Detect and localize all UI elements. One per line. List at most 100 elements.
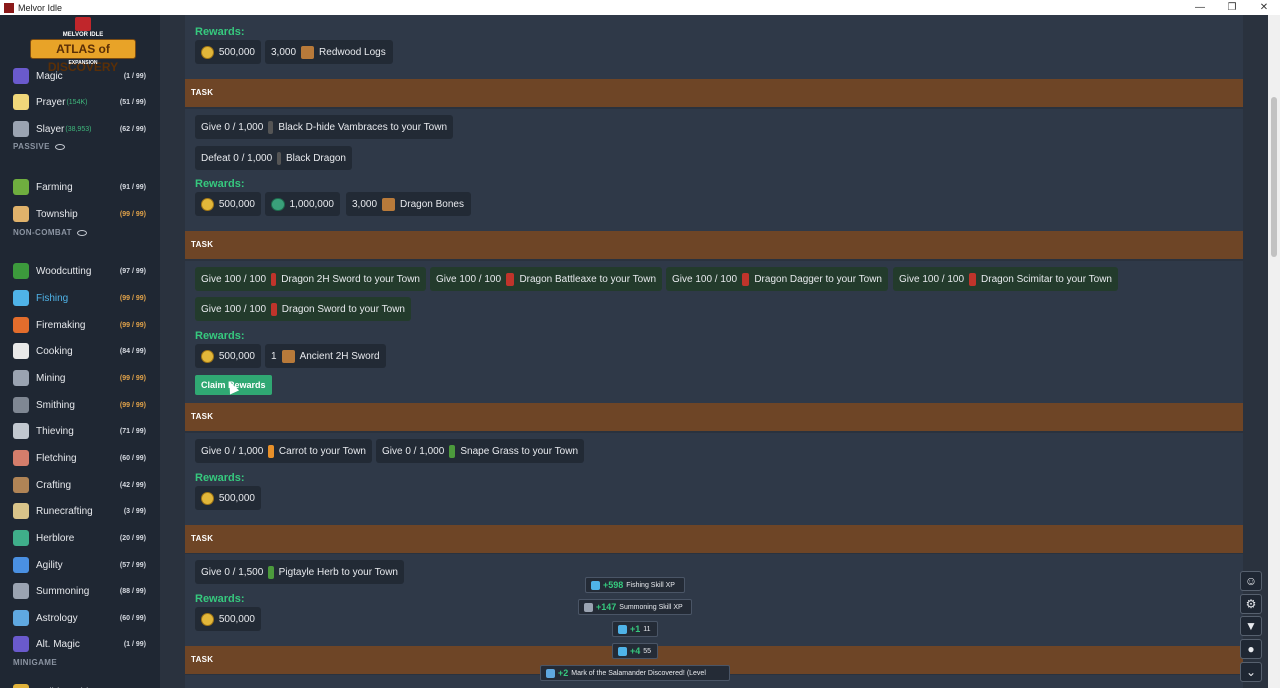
notification-toast: +2 Mark of the Salamander Discovered! (Le… <box>540 665 730 681</box>
minimize-button[interactable]: — <box>1184 0 1216 15</box>
black-dragon-icon <box>277 151 281 165</box>
sidebar-item-label: Cooking <box>36 345 73 357</box>
scrollbar[interactable] <box>1268 15 1280 688</box>
magic-hat-icon <box>13 68 29 84</box>
sidebar-item-fletching[interactable]: Fletching (60 / 99) <box>0 447 160 469</box>
sidebar-item-golbin-raid[interactable]: Golbin RaidPublic Test <box>0 681 160 688</box>
prayer-star-icon <box>13 94 29 110</box>
sidebar-item-label: Mining <box>36 372 66 384</box>
sidebar-item-level: (57 / 99) <box>119 561 146 569</box>
sidebar-item-level: (88 / 99) <box>119 587 146 595</box>
wolf-icon <box>584 602 593 612</box>
goal-item: Black D-hide Vambraces to your Town <box>278 121 447 133</box>
notification-toast: +1 11 <box>612 621 658 637</box>
ancient-2h-sword-icon <box>281 349 295 363</box>
section-label-noncombat: NON-COMBAT <box>13 228 87 237</box>
sidebar-item-label: Runecrafting <box>36 505 93 517</box>
sidebar-item-prayer[interactable]: Prayer (154K) (51 / 99) <box>0 91 160 113</box>
sidebar-item-fishing[interactable]: Fishing (99 / 99) <box>0 287 160 309</box>
character-button[interactable]: ☺ <box>1240 571 1262 591</box>
app-icon <box>4 2 14 13</box>
sidebar-item-label: Astrology <box>36 612 78 624</box>
sidebar-item-slayer[interactable]: Slayer (38,953) (62 / 99) <box>0 118 160 140</box>
medal-button[interactable]: ● <box>1240 639 1262 659</box>
close-button[interactable]: ✕ <box>1248 0 1280 15</box>
sidebar-item-summoning[interactable]: Summoning (88 / 99) <box>0 580 160 602</box>
sidebar-item-firemaking[interactable]: Firemaking (99 / 99) <box>0 314 160 336</box>
dragon-sword-icon <box>271 302 277 316</box>
rewards-label: Rewards: <box>195 178 245 190</box>
snape-grass-icon <box>449 444 456 458</box>
reward-qty: 1 <box>271 350 277 362</box>
window-title: Melvor Idle <box>18 2 63 13</box>
sidebar-item-level: (20 / 99) <box>119 534 146 542</box>
goal-progress: Defeat 0 / 1,000 <box>201 152 273 164</box>
notification-toast: +147 Summoning Skill XP <box>578 599 692 615</box>
settings-gear-button[interactable]: ⚙ <box>1240 594 1262 614</box>
goal-item: Snape Grass to your Town <box>460 445 578 457</box>
sidebar-item-herblore[interactable]: Herblore (20 / 99) <box>0 527 160 549</box>
sidebar-item-label: Crafting <box>36 479 72 491</box>
rewards-label: Rewards: <box>195 472 245 484</box>
toast-text: Summoning Skill XP <box>619 603 683 611</box>
sidebar-item-smithing[interactable]: Smithing (99 / 99) <box>0 394 160 416</box>
sidebar-item-level: (60 / 99) <box>119 614 146 622</box>
task-goal-chip: Give 100 / 100 Dragon Scimitar to your To… <box>893 267 1118 291</box>
pigtayle-herb-icon <box>268 565 274 579</box>
sidebar-item-label: Smithing <box>36 399 75 411</box>
sidebar-item-astrology[interactable]: Astrology (60 / 99) <box>0 607 160 629</box>
wolf-icon: ▼ <box>1245 619 1257 633</box>
medal-icon: ● <box>1247 642 1255 656</box>
sidebar-item-agility[interactable]: Agility (57 / 99) <box>0 554 160 576</box>
logo-main-text: ATLAS of DISCOVERY <box>30 39 136 74</box>
sidebar-item-level: (51 / 99) <box>119 98 146 106</box>
dragon-battleaxe-icon <box>506 272 515 286</box>
gp-coin-icon <box>201 491 214 505</box>
sidebar-item-label: Farming <box>36 181 73 193</box>
sidebar-item-level: (42 / 99) <box>119 481 146 489</box>
expansion-logo[interactable]: MELVOR IDLE ATLAS of DISCOVERY EXPANSION <box>30 17 136 74</box>
toast-amount: +598 <box>603 580 624 590</box>
settings-gear-icon: ⚙ <box>1245 597 1257 611</box>
task-header: TASK <box>185 403 1243 431</box>
fish-icon <box>591 580 600 590</box>
task-goal-chip: Give 0 / 1,500 Pigtayle Herb to your Town <box>195 560 404 584</box>
goal-progress: Give 0 / 1,000 <box>382 445 445 457</box>
eye-icon[interactable] <box>54 143 65 150</box>
arrow-icon <box>13 450 29 466</box>
window-controls: — ❐ ✕ <box>1184 0 1280 15</box>
reward-chip: 3,000 Dragon Bones <box>346 192 471 216</box>
logo-small-text: MELVOR IDLE <box>62 32 104 38</box>
task-goal-chip: Give 0 / 1,000 Snape Grass to your Town <box>376 439 584 463</box>
maximize-button[interactable]: ❐ <box>1216 0 1248 15</box>
rune-icon <box>13 503 29 519</box>
sidebar-item-cooking[interactable]: Cooking (84 / 99) <box>0 340 160 362</box>
township-icon <box>13 206 29 222</box>
chevron-down-button[interactable]: ⌄ <box>1240 662 1262 682</box>
reward-chip: 500,000 <box>195 607 261 631</box>
sidebar-item-woodcutting[interactable]: Woodcutting (97 / 99) <box>0 260 160 282</box>
sidebar-item-farming[interactable]: Farming (91 / 99) <box>0 176 160 198</box>
sidebar-item-alt-magic[interactable]: Alt. Magic (1 / 99) <box>0 633 160 655</box>
sidebar-item-thieving[interactable]: Thieving (71 / 99) <box>0 420 160 442</box>
sidebar-item-level: (97 / 99) <box>119 267 146 275</box>
eye-icon[interactable] <box>76 229 87 236</box>
goal-item: Dragon Sword to your Town <box>281 303 405 315</box>
scrollbar-thumb[interactable] <box>1271 97 1277 257</box>
sidebar-item-township[interactable]: Township (99 / 99) <box>0 203 160 225</box>
wolf-button[interactable]: ▼ <box>1240 616 1262 636</box>
sidebar-item-mining[interactable]: Mining (99 / 99) <box>0 367 160 389</box>
sidebar-item-label: Slayer <box>36 123 65 135</box>
reward-chip: 500,000 <box>195 486 261 510</box>
reward-qty: 500,000 <box>218 492 255 504</box>
goal-progress: Give 0 / 1,500 <box>201 566 264 578</box>
sidebar-item-label: Fishing <box>36 292 69 304</box>
sidebar-item-runecrafting[interactable]: Runecrafting (3 / 99) <box>0 500 160 522</box>
reward-qty: 500,000 <box>218 613 255 625</box>
goal-progress: Give 100 / 100 <box>201 303 267 315</box>
toast-amount: +2 <box>558 668 569 678</box>
reward-name: Ancient 2H Sword <box>299 350 380 362</box>
sidebar-item-level: (60 / 99) <box>119 454 146 462</box>
sidebar-item-crafting[interactable]: Crafting (42 / 99) <box>0 474 160 496</box>
task-goal-chip: Give 100 / 100 Dragon Battleaxe to your T… <box>430 267 662 291</box>
